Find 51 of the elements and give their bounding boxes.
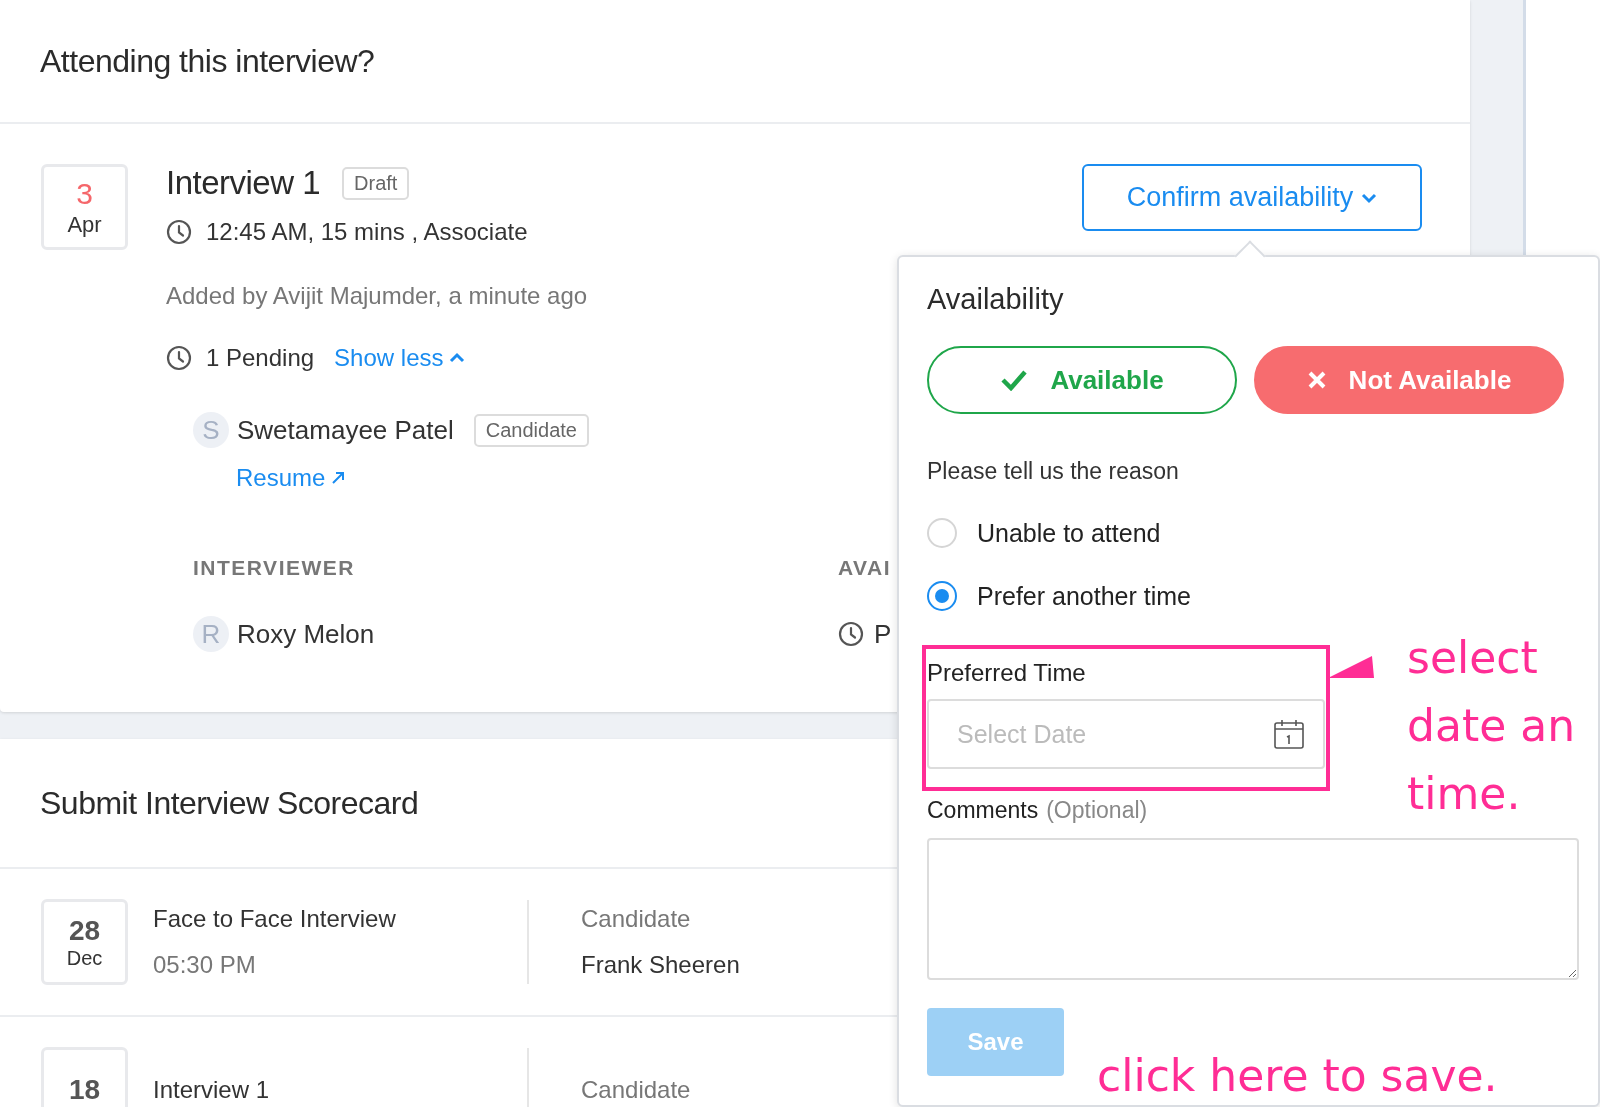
added-by-text: Added by Avijit Majumder, a minute ago — [166, 282, 588, 310]
availability-option[interactable]: Not Available — [1254, 346, 1564, 414]
date-badge: 18 — [41, 1047, 128, 1107]
availability-option[interactable]: Available — [927, 346, 1237, 414]
comments-field[interactable] — [927, 838, 1579, 980]
date-field[interactable]: Select Date — [927, 699, 1325, 769]
reason-radio[interactable]: Prefer another time — [927, 581, 1568, 611]
interview-time: 05:30 PM — [153, 951, 257, 979]
check-icon — [1000, 369, 1029, 391]
clock-icon — [166, 345, 192, 371]
date-badge: 28 Dec — [41, 899, 128, 985]
date-badge: 3 Apr — [41, 164, 128, 250]
annotation-text: date an — [1407, 699, 1576, 753]
popover-title: Availability — [927, 283, 1065, 316]
interview-title: Interview 1 — [153, 1076, 271, 1104]
chevron-down-icon — [1361, 191, 1378, 204]
availability-status: P — [874, 618, 892, 650]
interview-details: 12:45 AM, 15 mins , Associate — [206, 218, 528, 246]
clock-icon — [166, 219, 192, 245]
confirm-availability-button[interactable]: Confirm availability — [1082, 164, 1422, 231]
optional-hint: (Optional) — [1046, 797, 1148, 824]
field-label: Comments — [927, 797, 1039, 824]
reason-prompt: Please tell us the reason — [927, 458, 1180, 485]
status-tag: Draft — [342, 166, 410, 200]
calendar-icon — [1273, 718, 1305, 750]
annotation-text: click here to save. — [1097, 1050, 1498, 1101]
role-tag: Candidate — [473, 413, 589, 447]
avatar: R — [193, 616, 229, 652]
interviewer-name: Roxy Melon — [237, 618, 375, 650]
close-icon — [1306, 370, 1327, 390]
column-header: AVAI — [838, 556, 893, 580]
chevron-up-icon — [449, 352, 466, 364]
external-link-icon — [331, 471, 346, 485]
pending-count: 1 Pending — [206, 344, 315, 372]
field-label: Preferred Time — [927, 659, 1086, 687]
column-header: INTERVIEWER — [193, 556, 356, 580]
interview-title: Face to Face Interview — [153, 905, 397, 933]
show-less-link[interactable]: Show less — [334, 344, 466, 372]
clock-icon — [838, 621, 864, 647]
avatar: S — [193, 412, 229, 448]
section-title: Attending this interview? — [40, 42, 375, 80]
resume-link[interactable]: Resume — [236, 464, 346, 492]
field-label: Candidate — [581, 1076, 691, 1104]
section-title: Submit Interview Scorecard — [40, 784, 419, 822]
reason-radio[interactable]: Unable to attend — [927, 518, 1568, 548]
field-label: Candidate — [581, 905, 692, 933]
candidate-name: Swetamayee Patel — [237, 414, 454, 446]
candidate-name: Frank Sheeren — [581, 951, 740, 979]
annotation-text: select — [1407, 631, 1539, 685]
annotation-text: time. — [1407, 767, 1522, 821]
interview-title: Interview 1 — [166, 164, 321, 202]
